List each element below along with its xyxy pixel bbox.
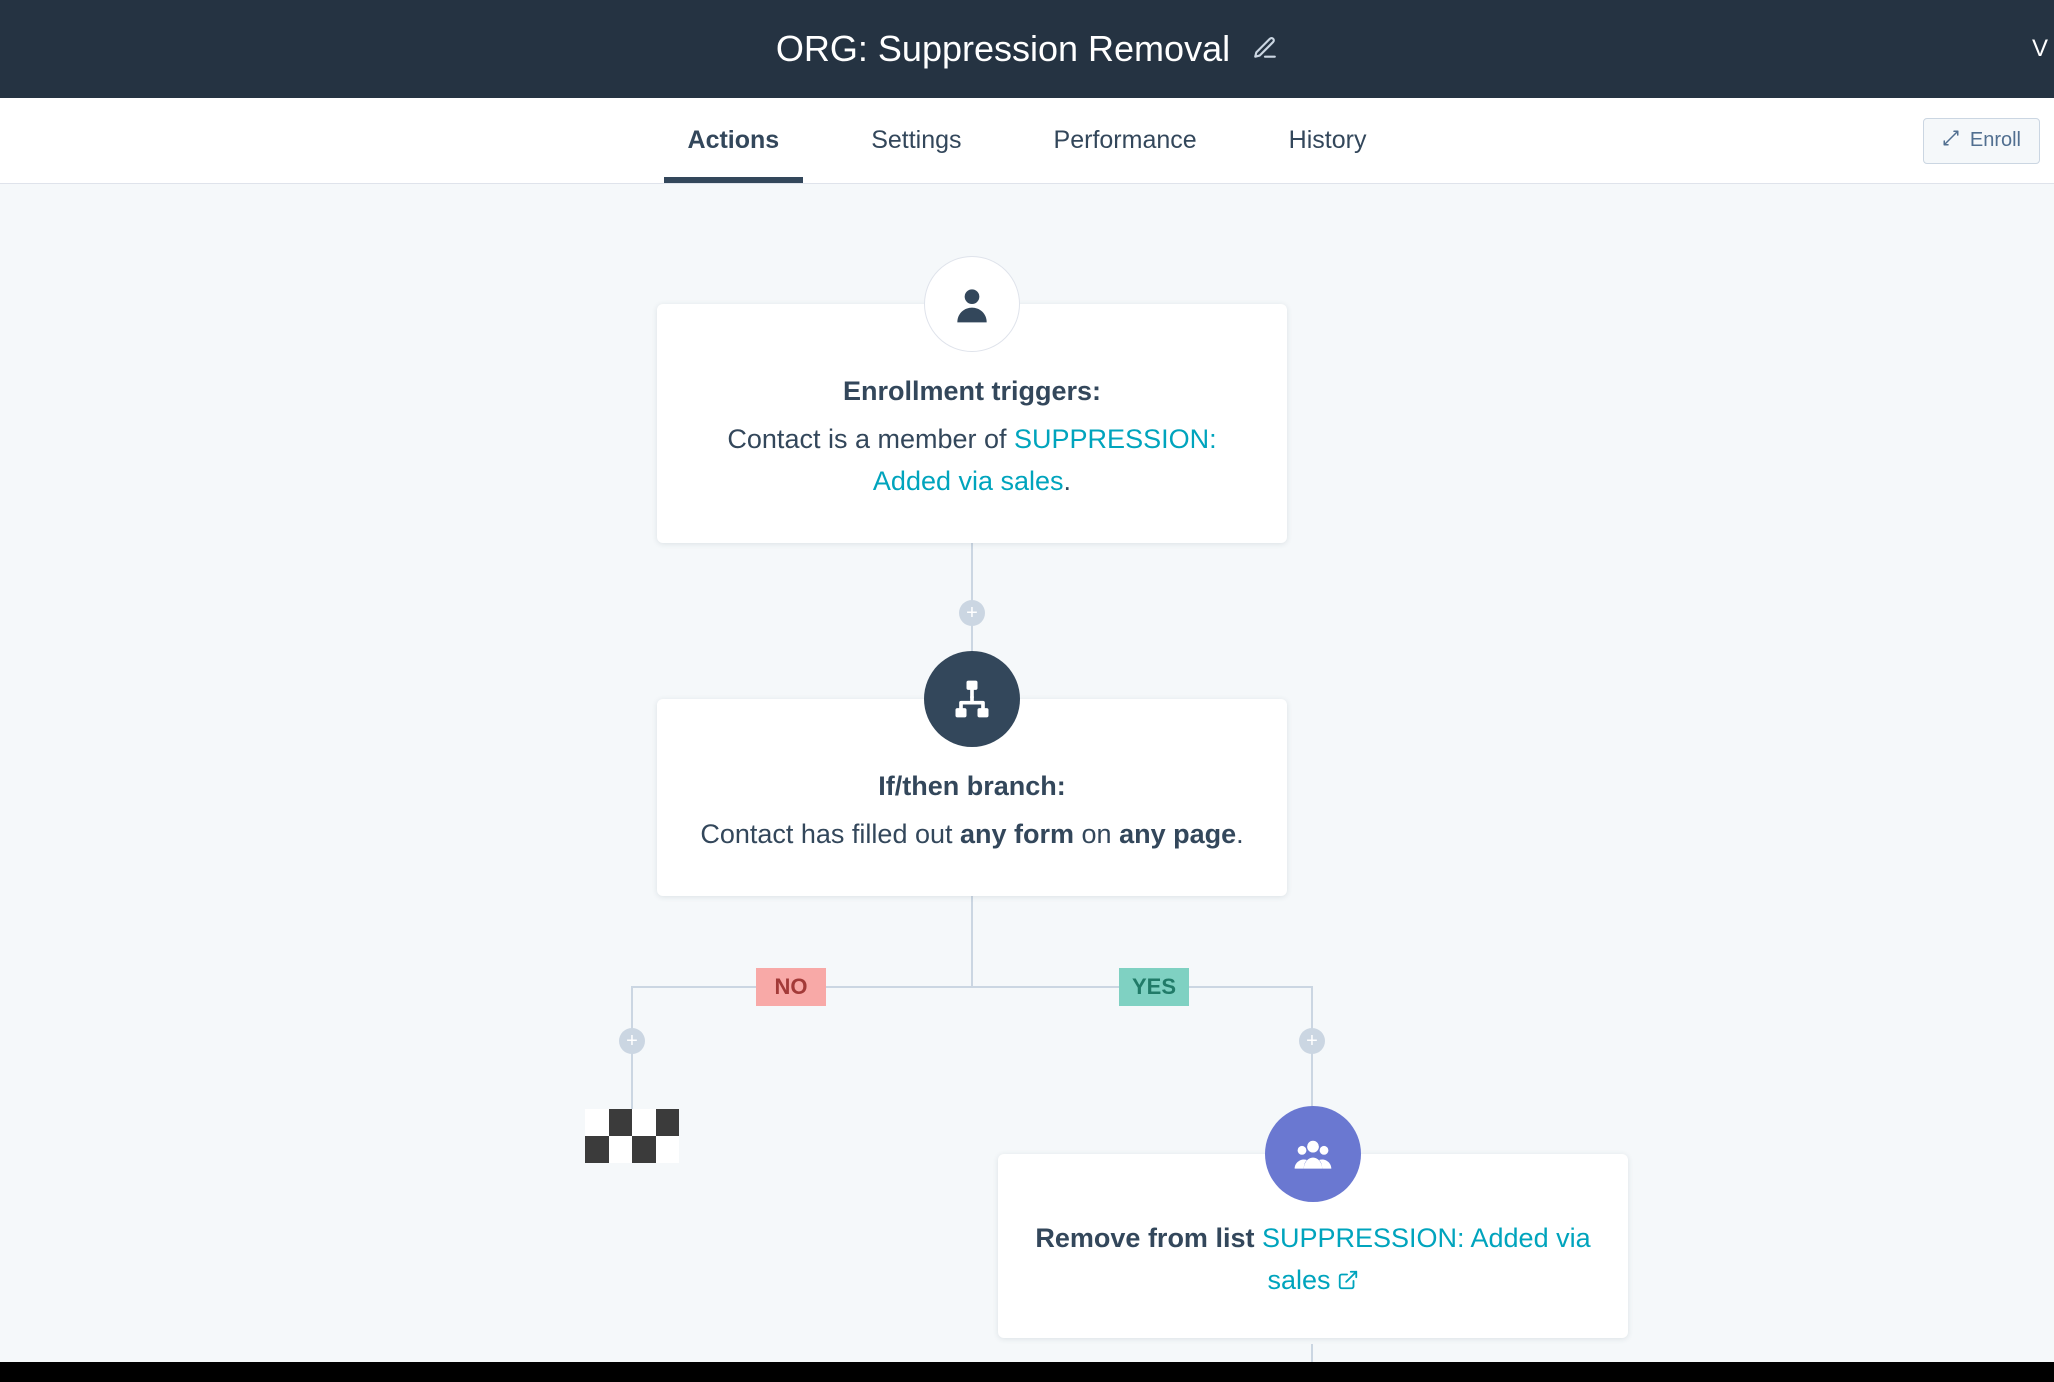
trigger-body: Contact is a member of SUPPRESSION: Adde… [691, 419, 1253, 503]
connector-line [1311, 1344, 1313, 1364]
topbar: ORG: Suppression Removal V [0, 0, 2054, 98]
action-title-prefix: Remove from list [1035, 1223, 1262, 1253]
trigger-suffix: . [1064, 466, 1072, 496]
contacts-group-icon [1265, 1106, 1361, 1202]
enroll-icon [1942, 129, 1960, 153]
workflow-title: ORG: Suppression Removal [776, 28, 1230, 70]
enrollment-trigger-card[interactable]: Enrollment triggers: Contact is a member… [657, 304, 1287, 543]
tab-performance[interactable]: Performance [1054, 100, 1197, 181]
branch-card[interactable]: If/then branch: Contact has filled out a… [657, 699, 1287, 896]
workflow-end-marker-icon [585, 1109, 679, 1163]
connector-line [631, 986, 1313, 988]
branch-title: If/then branch: [691, 771, 1253, 802]
tab-actions[interactable]: Actions [688, 100, 780, 181]
tab-settings[interactable]: Settings [871, 100, 961, 181]
dock-bar [0, 1362, 2054, 1382]
branch-body: Contact has filled out any form on any p… [691, 814, 1253, 856]
add-action-yes-branch-button[interactable]: + [1299, 1028, 1325, 1054]
external-link-icon[interactable] [1331, 1265, 1359, 1295]
branch-icon [924, 651, 1020, 747]
add-action-no-branch-button[interactable]: + [619, 1028, 645, 1054]
connector-line [971, 894, 973, 988]
workflow-canvas[interactable]: Enrollment triggers: Contact is a member… [0, 184, 2054, 1382]
tab-history[interactable]: History [1289, 100, 1367, 181]
tabs: Actions Settings Performance History [688, 100, 1367, 181]
topbar-right-edge: V [2032, 0, 2054, 98]
tabbar: Actions Settings Performance History Enr… [0, 98, 2054, 184]
remove-from-list-card[interactable]: Remove from list SUPPRESSION: Added via … [998, 1154, 1628, 1338]
add-action-button[interactable]: + [959, 600, 985, 626]
enroll-button[interactable]: Enroll [1923, 118, 2040, 164]
action-body: Remove from list SUPPRESSION: Added via … [1032, 1218, 1594, 1302]
branch-no-label: NO [756, 968, 826, 1006]
contact-icon [924, 256, 1020, 352]
trigger-title: Enrollment triggers: [691, 376, 1253, 407]
trigger-prefix: Contact is a member of [727, 424, 1014, 454]
workflow-title-container: ORG: Suppression Removal [776, 28, 1278, 70]
enroll-label: Enroll [1970, 129, 2021, 152]
branch-yes-label: YES [1119, 968, 1189, 1006]
topbar-right-text: V [2032, 35, 2048, 63]
pencil-edit-icon[interactable] [1252, 28, 1278, 70]
action-list-link[interactable]: SUPPRESSION: Added via sales [1262, 1223, 1591, 1295]
